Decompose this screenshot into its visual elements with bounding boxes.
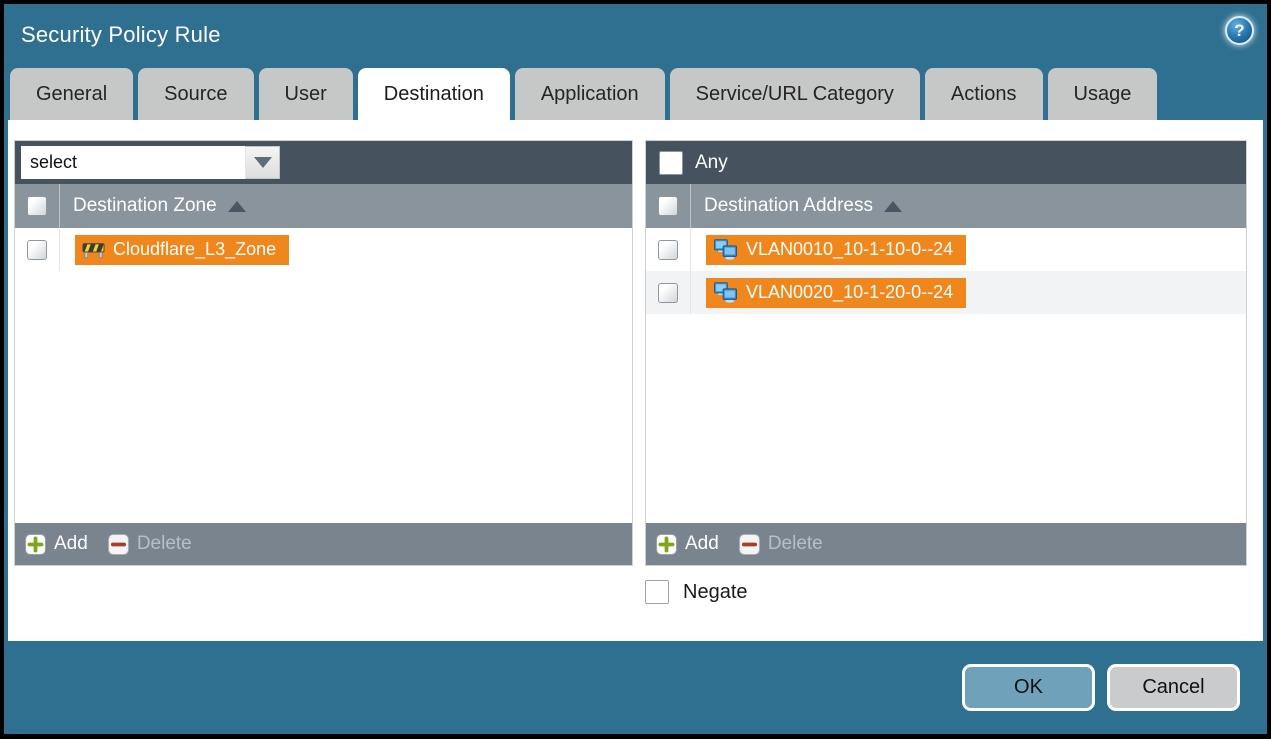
table-row[interactable]: Cloudflare_L3_Zone (15, 228, 632, 271)
zone-column-title[interactable]: Destination Zone (73, 195, 246, 217)
tab-application[interactable]: Application (515, 68, 665, 120)
zone-list: Cloudflare_L3_Zone (15, 228, 632, 523)
zone-panel-footer: Add Delete (15, 523, 632, 565)
address-panel-footer: Add Delete (646, 523, 1246, 565)
tab-service-url-category[interactable]: Service/URL Category (670, 68, 920, 120)
cancel-button[interactable]: Cancel (1107, 664, 1240, 711)
address-column-header: Destination Address (646, 184, 1246, 228)
destination-zone-panel: Destination Zone (14, 140, 633, 566)
tab-general[interactable]: General (10, 68, 133, 120)
address-select-all-cell (646, 184, 691, 228)
address-chip[interactable]: VLAN0010_10-1-10-0--24 (706, 235, 966, 265)
chevron-down-icon (254, 157, 272, 168)
delete-address-button[interactable]: Delete (739, 533, 823, 555)
tab-destination[interactable]: Destination (358, 68, 510, 120)
zone-select-input[interactable] (21, 146, 245, 179)
negate-row: Negate (645, 580, 748, 604)
table-row[interactable]: VLAN0010_10-1-10-0--24 (646, 228, 1246, 271)
tab-source[interactable]: Source (138, 68, 253, 120)
row-checkbox-cell (646, 271, 691, 314)
sort-ascending-icon (884, 201, 902, 212)
zone-select-all-cell (15, 184, 60, 228)
tab-usage[interactable]: Usage (1048, 68, 1158, 120)
zone-select-dropdown-button[interactable] (245, 146, 280, 179)
security-policy-rule-dialog: Security Policy Rule ? General Source Us… (4, 4, 1267, 734)
row-checkbox-cell (15, 228, 60, 271)
zone-column-header: Destination Zone (15, 184, 632, 228)
address-list: VLAN0010_10-1-10-0--24 (646, 228, 1246, 523)
address-select-all-checkbox[interactable] (658, 196, 678, 216)
address-name: VLAN0010_10-1-10-0--24 (746, 239, 953, 260)
add-address-button[interactable]: Add (656, 533, 719, 555)
address-name: VLAN0020_10-1-20-0--24 (746, 282, 953, 303)
address-chip[interactable]: VLAN0020_10-1-20-0--24 (706, 278, 966, 308)
destination-tab-content: Destination Zone (8, 120, 1263, 641)
help-icon[interactable]: ? (1225, 16, 1254, 45)
negate-label: Negate (683, 581, 748, 604)
negate-checkbox[interactable] (645, 580, 669, 604)
zone-select-all-checkbox[interactable] (27, 196, 47, 216)
row-checkbox[interactable] (658, 283, 678, 303)
any-checkbox[interactable] (659, 151, 683, 175)
address-icon (713, 239, 738, 260)
table-row[interactable]: VLAN0020_10-1-20-0--24 (646, 271, 1246, 314)
zone-icon (82, 241, 105, 259)
add-icon (25, 534, 46, 555)
address-any-bar: Any (646, 141, 1246, 184)
tab-actions[interactable]: Actions (925, 68, 1043, 120)
row-checkbox[interactable] (27, 240, 47, 260)
add-icon (656, 534, 677, 555)
any-label: Any (695, 152, 728, 174)
titlebar: Security Policy Rule ? (4, 4, 1267, 68)
add-zone-button[interactable]: Add (25, 533, 88, 555)
address-icon (713, 282, 738, 303)
dialog-footer: OK Cancel (4, 641, 1267, 734)
delete-icon (108, 534, 129, 555)
row-checkbox[interactable] (658, 240, 678, 260)
tab-bar: General Source User Destination Applicat… (10, 68, 1261, 120)
dialog-title: Security Policy Rule (21, 22, 221, 48)
sort-ascending-icon (228, 201, 246, 212)
ok-button[interactable]: OK (962, 664, 1095, 711)
address-column-title[interactable]: Destination Address (704, 195, 902, 217)
zone-filter-bar (15, 141, 632, 184)
zone-name: Cloudflare_L3_Zone (113, 239, 276, 260)
tab-user[interactable]: User (259, 68, 353, 120)
delete-zone-button[interactable]: Delete (108, 533, 192, 555)
destination-address-panel: Any Destination Address (645, 140, 1247, 566)
row-checkbox-cell (646, 228, 691, 271)
delete-icon (739, 534, 760, 555)
zone-chip[interactable]: Cloudflare_L3_Zone (75, 235, 289, 265)
